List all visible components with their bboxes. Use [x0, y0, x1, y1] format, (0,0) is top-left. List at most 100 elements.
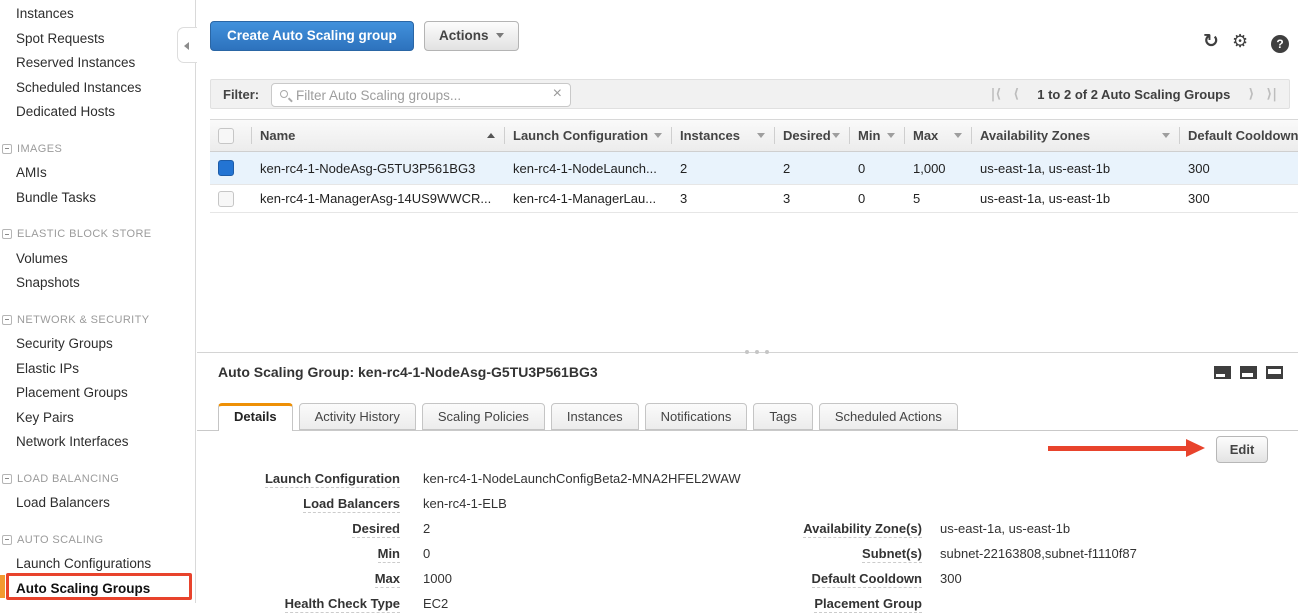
- table-row[interactable]: ken-rc4-1-ManagerAsg-14US9WWCR... ken-rc…: [210, 185, 1298, 213]
- sidebar-item-elastic-ips[interactable]: Elastic IPs: [0, 357, 195, 382]
- column-menu-icon[interactable]: [832, 133, 840, 138]
- column-menu-icon[interactable]: [757, 133, 765, 138]
- sidebar-item-auto-scaling-groups[interactable]: Auto Scaling Groups: [0, 577, 195, 602]
- field-value-availability-zones: us-east-1a, us-east-1b: [940, 521, 1070, 536]
- pagination-first-icon[interactable]: |⟨: [991, 87, 1002, 102]
- create-auto-scaling-group-button[interactable]: Create Auto Scaling group: [210, 21, 414, 51]
- column-menu-icon[interactable]: [1162, 133, 1170, 138]
- chevron-left-icon: [184, 42, 189, 50]
- layout-split-half-icon[interactable]: [1240, 366, 1257, 379]
- field-value-max: 1000: [423, 571, 452, 586]
- sidebar-item-scheduled-instances[interactable]: Scheduled Instances: [0, 76, 195, 101]
- detail-panel-title: Auto Scaling Group: ken-rc4-1-NodeAsg-G5…: [218, 364, 598, 380]
- collapse-section-icon[interactable]: [2, 229, 12, 239]
- pagination-last-icon[interactable]: ⟩|: [1266, 87, 1277, 102]
- tab-scaling-policies[interactable]: Scaling Policies: [422, 403, 545, 430]
- column-menu-icon[interactable]: [654, 133, 662, 138]
- refresh-icon[interactable]: ↻: [1203, 30, 1219, 52]
- annotation-orange-marker: [0, 575, 5, 598]
- details-fields-right: Availability Zone(s) us-east-1a, us-east…: [730, 516, 1137, 616]
- sidebar-item-launch-configurations[interactable]: Launch Configurations: [0, 552, 195, 577]
- row-checkbox[interactable]: [218, 191, 234, 207]
- sidebar-item-reserved-instances[interactable]: Reserved Instances: [0, 51, 195, 76]
- actions-button[interactable]: Actions: [424, 21, 519, 51]
- edit-button[interactable]: Edit: [1216, 436, 1268, 463]
- column-header-max[interactable]: Max: [905, 120, 972, 151]
- clear-filter-icon[interactable]: ×: [553, 85, 562, 103]
- cell-availability-zones: us-east-1a, us-east-1b: [972, 152, 1180, 184]
- chevron-down-icon: [496, 33, 504, 38]
- help-icon[interactable]: ?: [1271, 35, 1289, 53]
- column-label: Max: [913, 128, 938, 143]
- pagination: |⟨ ⟨ 1 to 2 of 2 Auto Scaling Groups ⟩ ⟩…: [991, 80, 1277, 108]
- cell-instances: 2: [672, 152, 775, 184]
- column-header-instances[interactable]: Instances: [672, 120, 775, 151]
- cell-default-cooldown: 300: [1180, 185, 1298, 212]
- sidebar-item-spot-requests[interactable]: Spot Requests: [0, 27, 195, 52]
- column-header-launch-configuration[interactable]: Launch Configuration: [505, 120, 672, 151]
- cell-min: 0: [850, 185, 905, 212]
- collapse-section-icon[interactable]: [2, 315, 12, 325]
- column-header-name[interactable]: Name: [252, 120, 505, 151]
- cell-desired: 2: [775, 152, 850, 184]
- tab-details[interactable]: Details: [218, 403, 293, 431]
- cell-launch-configuration: ken-rc4-1-NodeLaunch...: [505, 152, 672, 184]
- collapse-section-icon[interactable]: [2, 144, 12, 154]
- cell-max: 5: [905, 185, 972, 212]
- pane-resize-handle[interactable]: [739, 348, 775, 356]
- select-all-checkbox[interactable]: [218, 128, 234, 144]
- collapse-section-icon[interactable]: [2, 535, 12, 545]
- tab-notifications[interactable]: Notifications: [645, 403, 748, 430]
- column-header-min[interactable]: Min: [850, 120, 905, 151]
- section-header-label: AUTO SCALING: [17, 534, 104, 546]
- sidebar-section-elastic-block-store[interactable]: ELASTIC BLOCK STORE: [0, 222, 195, 247]
- column-menu-icon[interactable]: [954, 133, 962, 138]
- sidebar-item-key-pairs[interactable]: Key Pairs: [0, 406, 195, 431]
- sidebar-item-bundle-tasks[interactable]: Bundle Tasks: [0, 186, 195, 211]
- tab-activity-history[interactable]: Activity History: [299, 403, 416, 430]
- pagination-next-icon[interactable]: ⟩: [1248, 87, 1254, 102]
- layout-bottom-large-icon[interactable]: [1266, 366, 1283, 379]
- column-label: Default Cooldown: [1188, 128, 1298, 143]
- section-header-label: ELASTIC BLOCK STORE: [17, 228, 152, 240]
- column-menu-icon[interactable]: [887, 133, 895, 138]
- row-checkbox[interactable]: [218, 160, 234, 176]
- filter-label: Filter:: [223, 87, 259, 102]
- sidebar-section-network-security[interactable]: NETWORK & SECURITY: [0, 308, 195, 333]
- field-label-min: Min: [378, 546, 400, 563]
- sidebar-item-volumes[interactable]: Volumes: [0, 247, 195, 272]
- gear-icon[interactable]: ⚙: [1232, 31, 1248, 52]
- layout-bottom-small-icon[interactable]: [1214, 366, 1231, 379]
- sidebar-section-auto-scaling[interactable]: AUTO SCALING: [0, 528, 195, 553]
- sidebar-item-placement-groups[interactable]: Placement Groups: [0, 381, 195, 406]
- sidebar-item-instances[interactable]: Instances: [0, 2, 195, 27]
- sidebar: Instances Spot Requests Reserved Instanc…: [0, 0, 196, 603]
- sidebar-item-load-balancers[interactable]: Load Balancers: [0, 491, 195, 516]
- filter-search-box[interactable]: ×: [271, 83, 571, 107]
- sidebar-item-network-interfaces[interactable]: Network Interfaces: [0, 430, 195, 455]
- column-header-desired[interactable]: Desired: [775, 120, 850, 151]
- sidebar-item-snapshots[interactable]: Snapshots: [0, 271, 195, 296]
- tab-instances[interactable]: Instances: [551, 403, 639, 430]
- tab-scheduled-actions[interactable]: Scheduled Actions: [819, 403, 958, 430]
- sidebar-item-amis[interactable]: AMIs: [0, 161, 195, 186]
- column-label: Instances: [680, 128, 740, 143]
- tab-tags[interactable]: Tags: [753, 403, 812, 430]
- filter-search-input[interactable]: [296, 85, 546, 105]
- column-header-default-cooldown[interactable]: Default Cooldown: [1180, 120, 1298, 151]
- sidebar-section-load-balancing[interactable]: LOAD BALANCING: [0, 467, 195, 492]
- sidebar-item-security-groups[interactable]: Security Groups: [0, 332, 195, 357]
- sidebar-section-images[interactable]: IMAGES: [0, 137, 195, 162]
- cell-name: ken-rc4-1-ManagerAsg-14US9WWCR...: [252, 185, 505, 212]
- field-label-placement-group: Placement Group: [814, 596, 922, 613]
- actions-button-label: Actions: [439, 28, 489, 43]
- cell-min: 0: [850, 152, 905, 184]
- collapse-section-icon[interactable]: [2, 474, 12, 484]
- sidebar-collapse-tab[interactable]: [177, 27, 197, 63]
- table-row[interactable]: ken-rc4-1-NodeAsg-G5TU3P561BG3 ken-rc4-1…: [210, 152, 1298, 185]
- annotation-arrow: [1048, 446, 1188, 451]
- column-header-availability-zones[interactable]: Availability Zones: [972, 120, 1180, 151]
- field-label-subnets: Subnet(s): [862, 546, 922, 563]
- sidebar-item-dedicated-hosts[interactable]: Dedicated Hosts: [0, 100, 195, 125]
- pagination-prev-icon[interactable]: ⟨: [1013, 87, 1019, 102]
